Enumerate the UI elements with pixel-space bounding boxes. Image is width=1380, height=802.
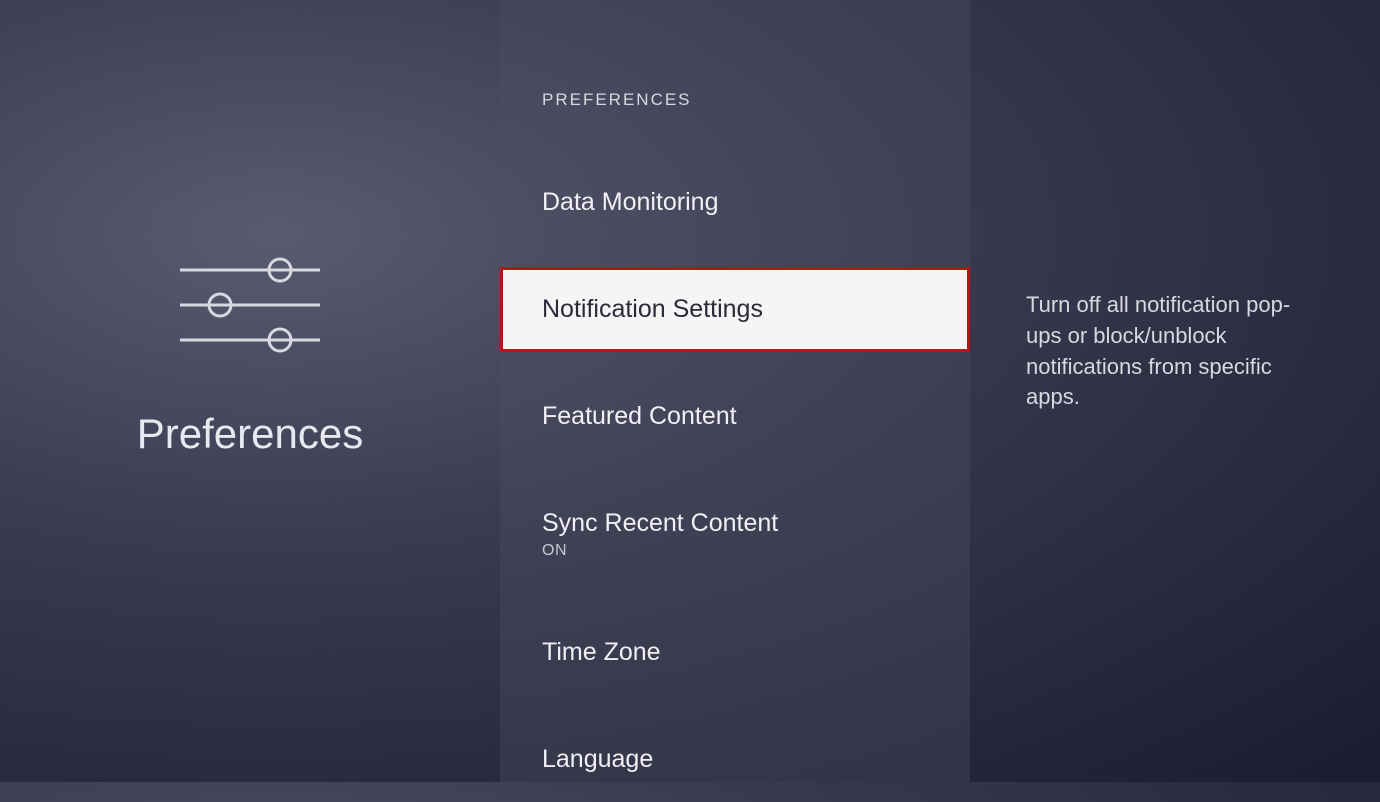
menu-panel: PREFERENCES Data Monitoring Notification… [500, 0, 970, 782]
menu-item-label: Sync Recent Content [542, 509, 928, 538]
section-header: PREFERENCES [500, 90, 970, 160]
sliders-icon [170, 245, 330, 370]
menu-item-label: Featured Content [542, 402, 928, 431]
description-panel: Turn off all notification pop-ups or blo… [970, 0, 1380, 782]
menu-item-label: Notification Settings [542, 295, 928, 324]
menu-item-language[interactable]: Language [500, 717, 970, 802]
menu-item-label: Time Zone [542, 638, 928, 667]
menu-item-data-monitoring[interactable]: Data Monitoring [500, 160, 970, 245]
menu-item-sync-recent-content[interactable]: Sync Recent Content ON [500, 481, 970, 588]
menu-item-label: Language [542, 745, 928, 774]
menu-item-label: Data Monitoring [542, 188, 928, 217]
page-title: Preferences [137, 410, 363, 458]
left-panel: Preferences [0, 0, 500, 782]
menu-item-featured-content[interactable]: Featured Content [500, 374, 970, 459]
item-description: Turn off all notification pop-ups or blo… [1026, 290, 1320, 413]
menu-item-notification-settings[interactable]: Notification Settings [500, 267, 970, 352]
menu-item-time-zone[interactable]: Time Zone [500, 610, 970, 695]
menu-item-subvalue: ON [542, 542, 928, 560]
